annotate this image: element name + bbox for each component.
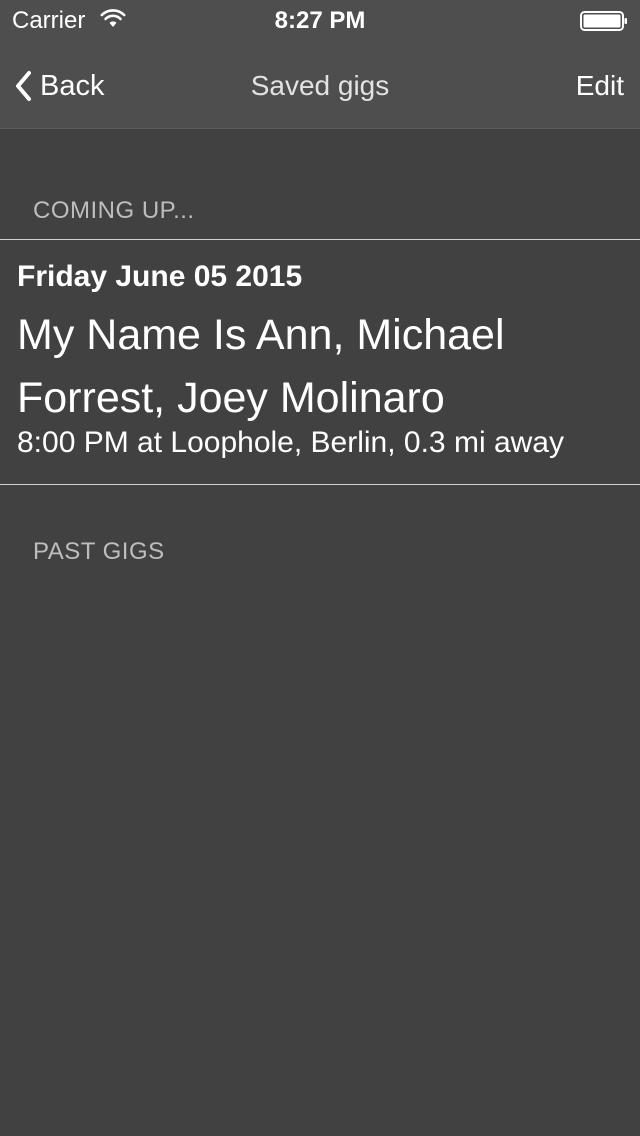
navigation-bar: Back Saved gigs Edit xyxy=(0,40,640,129)
clock-time: 8:27 PM xyxy=(274,7,366,34)
status-bar: Carrier 8:27 PM xyxy=(0,0,640,40)
gig-list-item[interactable]: Friday June 05 2015 My Name Is Ann, Mich… xyxy=(0,239,640,485)
gig-artists: My Name Is Ann, Michael Forrest, Joey Mo… xyxy=(17,311,505,422)
gig-time-venue: 8:00 PM at Loophole, Berlin, 0.3 mi away xyxy=(17,426,564,459)
edit-button[interactable]: Edit xyxy=(576,70,624,102)
battery-icon xyxy=(580,11,627,31)
section-header-past-gigs: PAST GIGS xyxy=(33,538,165,565)
page-title: Saved gigs xyxy=(250,70,390,101)
gig-date: Friday June 05 2015 xyxy=(17,260,303,293)
section-header-coming-up: COMING UP... xyxy=(33,197,195,224)
